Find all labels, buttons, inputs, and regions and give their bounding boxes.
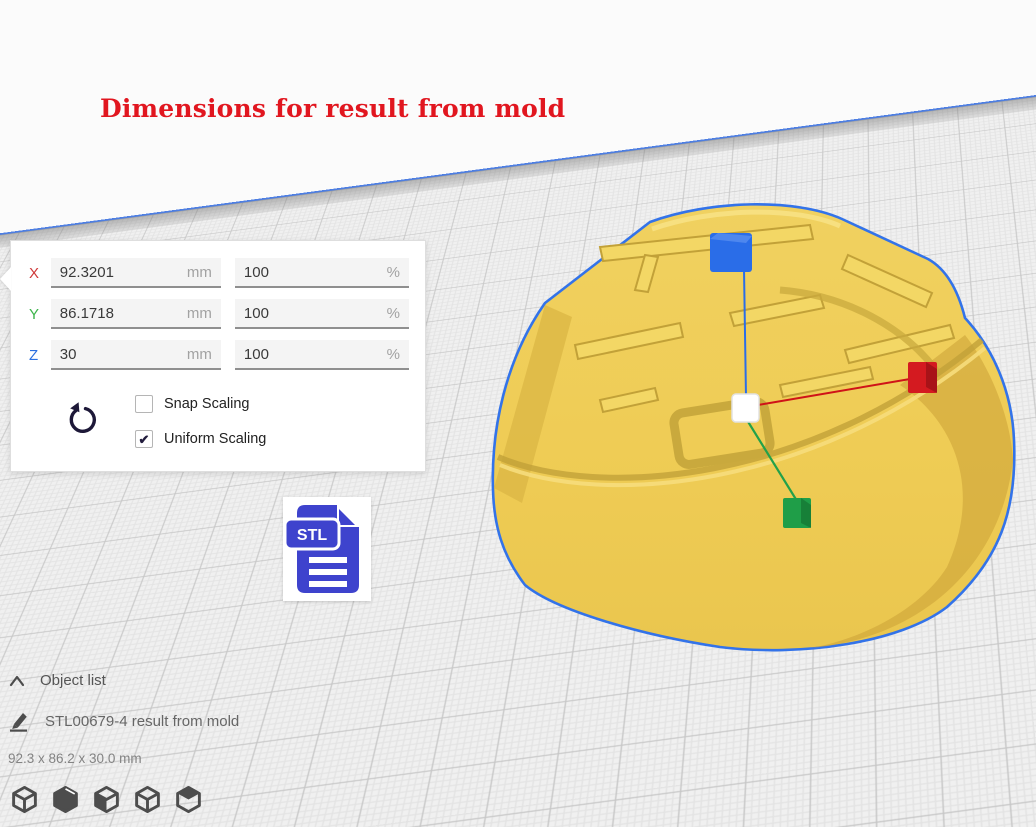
view-top-button[interactable] <box>174 785 203 814</box>
view-front-button[interactable] <box>51 785 80 814</box>
cube-wireframe-icon <box>10 785 39 814</box>
snap-scaling-label: Snap Scaling <box>164 396 249 412</box>
checkmark-icon: ✔ <box>139 433 150 446</box>
object-list-item[interactable]: STL00679-4 result from mold <box>8 709 239 733</box>
y-percent-value: 100 <box>244 305 269 322</box>
z-percent-value: 100 <box>244 346 269 363</box>
application-viewport: Dimensions for result from mold <box>0 0 1036 827</box>
z-size-input[interactable]: 30 mm <box>51 340 221 370</box>
snap-scaling-option[interactable]: Snap Scaling <box>135 395 266 413</box>
y-size-unit: mm <box>187 305 212 322</box>
cube-solid-icon <box>51 785 80 814</box>
y-size-input[interactable]: 86.1718 mm <box>51 299 221 329</box>
scale-handle-x[interactable] <box>908 362 937 393</box>
cube-left-face-icon <box>92 785 121 814</box>
scale-handle-z[interactable] <box>710 233 752 272</box>
object-list-header[interactable]: Object list <box>8 672 239 689</box>
reset-rotate-icon <box>64 401 100 443</box>
axis-label-y: Y <box>25 306 51 323</box>
stl-document-icon: STL <box>283 497 371 601</box>
object-dimensions: 92.3 x 86.2 x 30.0 mm <box>8 751 239 766</box>
x-size-unit: mm <box>187 264 212 281</box>
collapse-chevron-icon <box>8 674 26 688</box>
snap-scaling-checkbox[interactable] <box>135 395 153 413</box>
reset-scale-button[interactable] <box>63 401 101 445</box>
x-percent-input[interactable]: 100 % <box>235 258 409 288</box>
object-list-title: Object list <box>40 672 106 689</box>
object-type-icon <box>8 709 32 733</box>
panel-pointer-notch <box>0 267 11 291</box>
x-percent-value: 100 <box>244 264 269 281</box>
z-percent-unit: % <box>387 346 400 363</box>
view-right-button[interactable] <box>133 785 162 814</box>
object-list-panel: Object list STL00679-4 result from mold … <box>8 672 239 766</box>
view-orientation-toolbar <box>10 785 203 814</box>
page-title: Dimensions for result from mold <box>100 94 565 123</box>
scale-row-x: X 92.3201 mm 100 % <box>25 258 409 288</box>
scale-handle-center[interactable] <box>732 394 759 422</box>
model-3d-mold[interactable] <box>480 195 1025 660</box>
scale-handle-y[interactable] <box>783 498 811 528</box>
x-size-input[interactable]: 92.3201 mm <box>51 258 221 288</box>
x-size-value: 92.3201 <box>60 264 114 281</box>
x-percent-unit: % <box>387 264 400 281</box>
svg-text:STL: STL <box>297 527 327 544</box>
object-item-name: STL00679-4 result from mold <box>45 713 239 730</box>
y-percent-unit: % <box>387 305 400 322</box>
cube-top-face-icon <box>174 785 203 814</box>
z-percent-input[interactable]: 100 % <box>235 340 409 370</box>
stl-file-badge[interactable]: STL <box>283 497 371 601</box>
scale-row-y: Y 86.1718 mm 100 % <box>25 299 409 329</box>
axis-label-z: Z <box>25 347 51 364</box>
y-percent-input[interactable]: 100 % <box>235 299 409 329</box>
view-left-button[interactable] <box>92 785 121 814</box>
uniform-scaling-option[interactable]: ✔ Uniform Scaling <box>135 430 266 448</box>
z-size-unit: mm <box>187 346 212 363</box>
uniform-scaling-checkbox[interactable]: ✔ <box>135 430 153 448</box>
scale-tool-panel: X 92.3201 mm 100 % Y 86.1718 mm 100 <box>10 240 426 472</box>
z-size-value: 30 <box>60 346 77 363</box>
uniform-scaling-label: Uniform Scaling <box>164 431 266 447</box>
cube-right-face-icon <box>133 785 162 814</box>
view-3d-button[interactable] <box>10 785 39 814</box>
y-size-value: 86.1718 <box>60 305 114 322</box>
scale-row-z: Z 30 mm 100 % <box>25 340 409 370</box>
axis-label-x: X <box>25 265 51 282</box>
